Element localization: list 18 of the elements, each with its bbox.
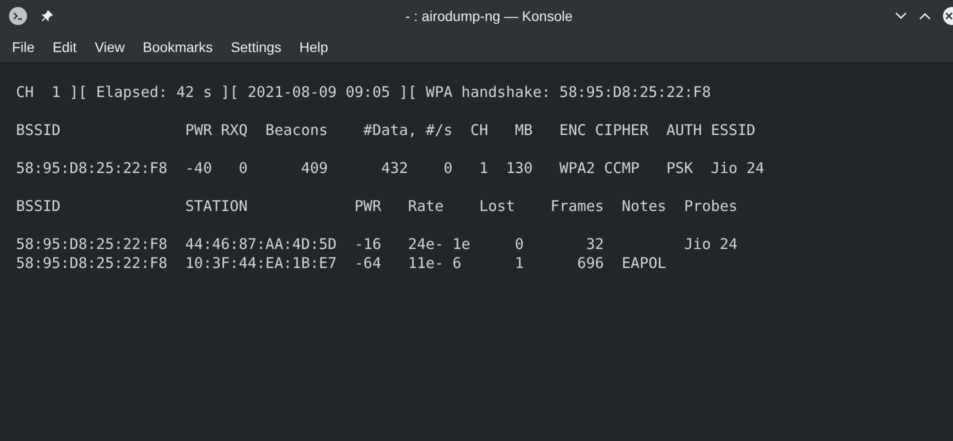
terminal-line: 58:95:D8:25:22:F8 10:3F:44:EA:1B:E7 -64 11e- 6 1 696 EAPOL bbox=[16, 254, 666, 273]
terminal-line: BSSID STATION PWR Rate Lost Frames Notes Probes bbox=[16, 197, 738, 216]
menu-item[interactable]: Edit bbox=[44, 36, 86, 58]
terminal-line: BSSID PWR RXQ Beacons #Data, #/s CH MB ENC CIPHER AUTH ESSID bbox=[16, 121, 756, 140]
terminal-line: 58:95:D8:25:22:F8 44:46:87:AA:4D:5D -16 24e- 1e 0 32 Jio 24 bbox=[16, 235, 738, 254]
maximize-icon[interactable] bbox=[919, 12, 931, 20]
close-icon[interactable] bbox=[943, 7, 953, 25]
terminal-line: CH 1 ][ Elapsed: 42 s ][ 2021-08-09 09:05 ][ WPA handshake: 58:95:D8:25:22:F8 bbox=[16, 83, 711, 102]
minimize-icon[interactable] bbox=[895, 12, 907, 20]
pin-icon[interactable] bbox=[41, 10, 53, 22]
terminal-line: 58:95:D8:25:22:F8 -40 0 409 432 0 1 130 WPA2 CCMP PSK Jio 24 bbox=[16, 159, 764, 178]
menu-item[interactable]: Help bbox=[290, 36, 338, 58]
menu-item[interactable]: File bbox=[3, 36, 44, 58]
terminal-icon bbox=[9, 7, 27, 25]
window-title: - : airodump-ng — Konsole bbox=[405, 6, 573, 26]
menu-item[interactable]: Bookmarks bbox=[134, 36, 222, 58]
menu-item[interactable]: View bbox=[86, 36, 134, 58]
menu-item[interactable]: Settings bbox=[222, 36, 290, 58]
